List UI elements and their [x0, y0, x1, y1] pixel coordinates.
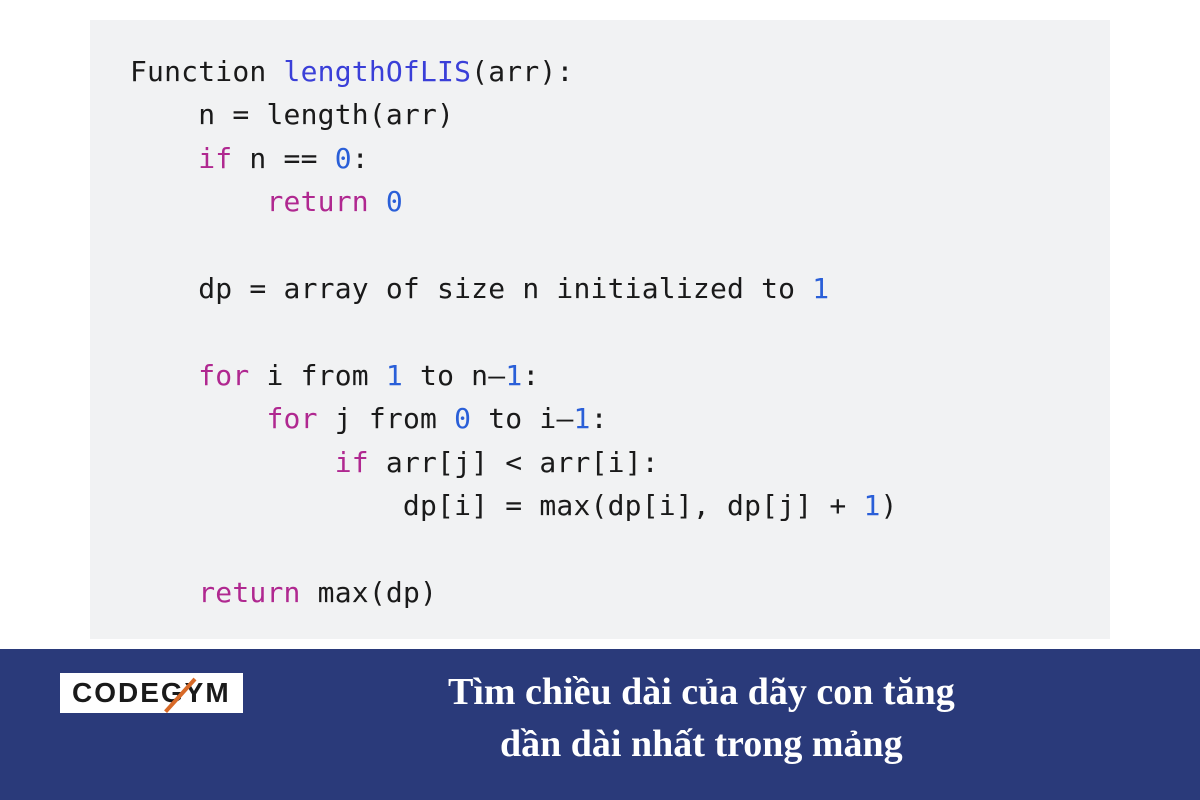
code-block: Function lengthOfLIS(arr): n = length(ar…	[90, 20, 1110, 639]
literal: 1	[574, 402, 591, 435]
literal: 1	[505, 359, 522, 392]
literal: 0	[335, 142, 352, 175]
literal: 0	[386, 185, 403, 218]
keyword-if: if	[335, 446, 369, 479]
code-text: )	[881, 489, 898, 522]
code-text: i from	[249, 359, 385, 392]
code-text	[130, 576, 198, 609]
code-text	[369, 185, 386, 218]
code-text	[130, 359, 198, 392]
caption-line-2: dần dài nhất trong mảng	[500, 723, 903, 765]
function-name: lengthOfLIS	[284, 55, 472, 88]
keyword-for: for	[198, 359, 249, 392]
code-text: n ==	[232, 142, 334, 175]
code-text: to i–	[471, 402, 573, 435]
literal: 0	[454, 402, 471, 435]
caption-line-1: Tìm chiều dài của dãy con tăng	[448, 671, 955, 713]
code-text: max(dp)	[301, 576, 437, 609]
literal: 1	[812, 272, 829, 305]
code-text: j from	[318, 402, 454, 435]
code-text	[130, 142, 198, 175]
keyword-if: if	[198, 142, 232, 175]
code-text	[130, 446, 335, 479]
codegym-logo: CODEGYM	[60, 673, 243, 713]
code-text: dp = array of size n initialized to	[130, 272, 812, 305]
code-text	[130, 402, 266, 435]
keyword-for: for	[266, 402, 317, 435]
code-text: :	[522, 359, 539, 392]
code-text	[130, 185, 266, 218]
footer-bar: CODEGYM Tìm chiều dài của dãy con tăng d…	[0, 649, 1200, 800]
code-text: Function	[130, 55, 284, 88]
code-area: Function lengthOfLIS(arr): n = length(ar…	[0, 0, 1200, 649]
code-text: arr[j] < arr[i]:	[369, 446, 659, 479]
keyword-return: return	[198, 576, 300, 609]
code-text: dp[i] = max(dp[i], dp[j] +	[130, 489, 863, 522]
literal: 1	[386, 359, 403, 392]
code-text: :	[352, 142, 369, 175]
code-text: :	[591, 402, 608, 435]
code-text: n = length(arr)	[130, 98, 454, 131]
caption-text: Tìm chiều dài của dãy con tăng dần dài n…	[303, 667, 1140, 770]
code-text: to n–	[403, 359, 505, 392]
keyword-return: return	[266, 185, 368, 218]
literal: 1	[863, 489, 880, 522]
code-text: (arr):	[471, 55, 573, 88]
